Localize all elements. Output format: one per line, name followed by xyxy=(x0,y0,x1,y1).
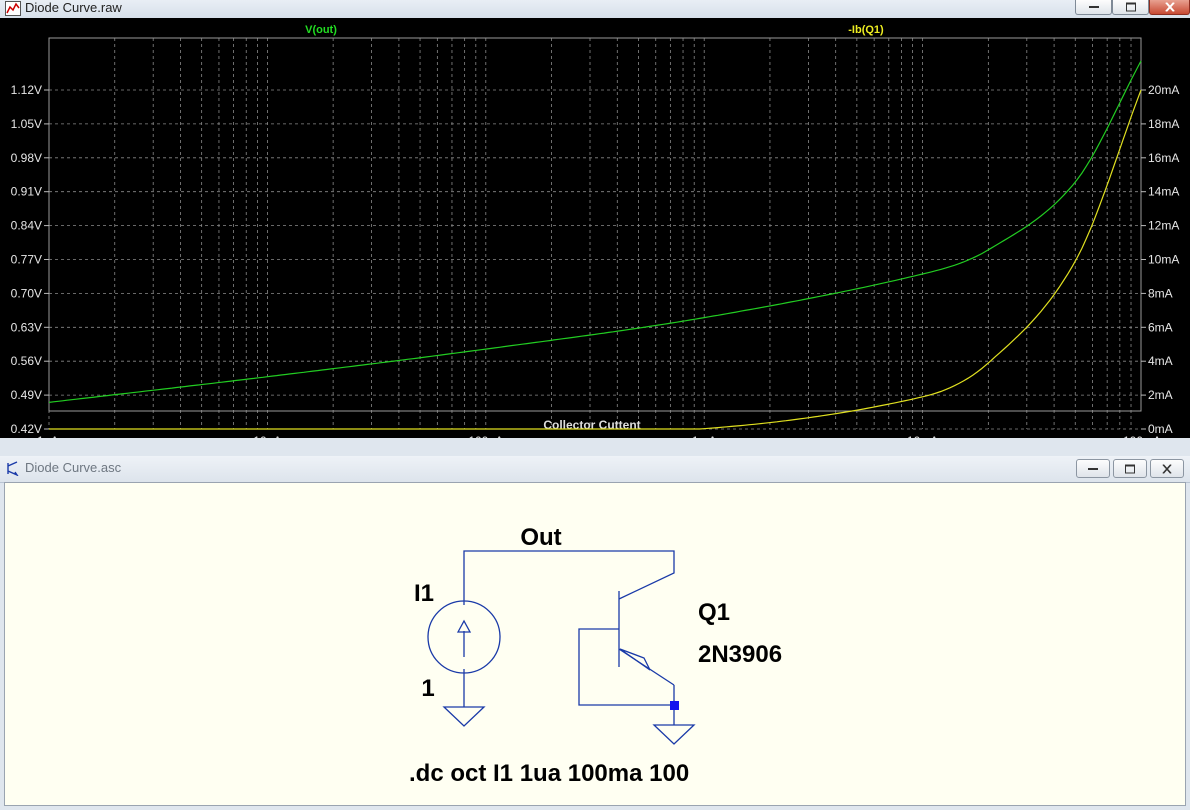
minimize-icon xyxy=(1088,6,1099,8)
plot-maximize-button[interactable] xyxy=(1112,0,1149,15)
transistor-q1[interactable] xyxy=(618,591,675,686)
y-right-tick-label: 16mA xyxy=(1148,151,1179,165)
schematic-window-titlebar[interactable]: Diode Curve.asc xyxy=(0,456,1190,483)
wire-out-net xyxy=(463,550,675,605)
y-right-tick-label: 20mA xyxy=(1148,83,1179,97)
ground-icon xyxy=(652,724,696,745)
waveform-icon xyxy=(5,1,21,16)
y-right-tick-label: 14mA xyxy=(1148,185,1179,199)
wire-base-emitter xyxy=(578,628,674,706)
transistor-icon xyxy=(5,461,21,477)
waveform-chart[interactable]: 0.42V0.49V0.56V0.63V0.70V0.77V0.84V0.91V… xyxy=(0,18,1190,448)
window-separator xyxy=(0,438,1190,456)
current-source-i1[interactable] xyxy=(427,600,501,674)
y-right-tick-label: 8mA xyxy=(1148,286,1173,300)
spice-directive[interactable]: .dc oct I1 1ua 100ma 100 xyxy=(409,760,689,787)
y-right-tick-label: 18mA xyxy=(1148,117,1179,131)
schematic-drawing[interactable]: Out I1 1 Q1 2N3906 .dc oct I1 1ua 100ma … xyxy=(5,483,1185,805)
trace-vout[interactable] xyxy=(48,60,1142,403)
y-right-tick-label: 10mA xyxy=(1148,253,1179,267)
schematic-canvas[interactable]: Out I1 1 Q1 2N3906 .dc oct I1 1ua 100ma … xyxy=(4,482,1186,806)
y-left-tick-label: 0.84V xyxy=(11,219,42,233)
y-right-tick-label: 6mA xyxy=(1148,320,1173,334)
left-axis-ticks: 0.42V0.49V0.56V0.63V0.70V0.77V0.84V0.91V… xyxy=(11,83,49,436)
y-right-tick-label: 2mA xyxy=(1148,388,1173,402)
source-name-label[interactable]: I1 xyxy=(414,580,434,607)
y-right-tick-label: 4mA xyxy=(1148,354,1173,368)
schematic-minimize-button[interactable] xyxy=(1076,459,1110,478)
transistor-model-label[interactable]: 2N3906 xyxy=(698,641,782,668)
y-left-tick-label: 1.12V xyxy=(11,83,42,97)
y-left-tick-label: 0.98V xyxy=(11,151,42,165)
minimize-icon xyxy=(1088,467,1098,470)
junction-dot xyxy=(670,701,679,710)
net-label-out[interactable]: Out xyxy=(520,524,561,551)
trace-label-ib[interactable]: -Ib(Q1) xyxy=(848,24,884,36)
ground-icon xyxy=(442,706,486,727)
y-left-tick-label: 0.77V xyxy=(11,253,42,267)
schematic-maximize-button[interactable] xyxy=(1113,459,1147,478)
source-value-label[interactable]: 1 xyxy=(421,675,434,702)
y-left-tick-label: 1.05V xyxy=(11,117,42,131)
plot-frame xyxy=(48,37,1142,412)
transistor-name-label[interactable]: Q1 xyxy=(698,599,730,626)
close-icon xyxy=(1164,2,1175,12)
x-axis-title: Collector Cuttent xyxy=(543,418,640,432)
right-axis-ticks: 0mA2mA4mA6mA8mA10mA12mA14mA16mA18mA20mA xyxy=(1141,83,1179,436)
trace-label-vout[interactable]: V(out) xyxy=(305,24,337,36)
plot-minimize-button[interactable] xyxy=(1075,0,1112,15)
y-left-tick-label: 0.49V xyxy=(11,388,42,402)
y-left-tick-label: 0.63V xyxy=(11,320,42,334)
close-icon xyxy=(1162,464,1172,473)
schematic-window-title: Diode Curve.asc xyxy=(25,460,122,475)
ground-symbols xyxy=(442,706,696,745)
maximize-icon xyxy=(1125,2,1136,12)
y-right-tick-label: 12mA xyxy=(1148,219,1179,233)
schematic-close-button[interactable] xyxy=(1150,459,1184,478)
y-left-tick-label: 0.91V xyxy=(11,185,42,199)
maximize-icon xyxy=(1125,464,1135,473)
schematic-wires xyxy=(463,550,675,725)
y-left-tick-label: 0.56V xyxy=(11,354,42,368)
plot-close-button[interactable] xyxy=(1149,0,1190,15)
waveform-plot-pane[interactable]: 0.42V 0.49V 0.56V 0.63V 0.70V 0.77V 0.84V 0.91V… xyxy=(0,18,1190,448)
y-left-tick-label: 0.70V xyxy=(11,286,42,300)
transistor-emitter-arrow xyxy=(619,648,651,671)
plot-grid xyxy=(48,38,1141,430)
plot-window-titlebar[interactable]: Diode Curve.raw xyxy=(0,0,1190,19)
plot-window-title: Diode Curve.raw xyxy=(25,0,122,15)
